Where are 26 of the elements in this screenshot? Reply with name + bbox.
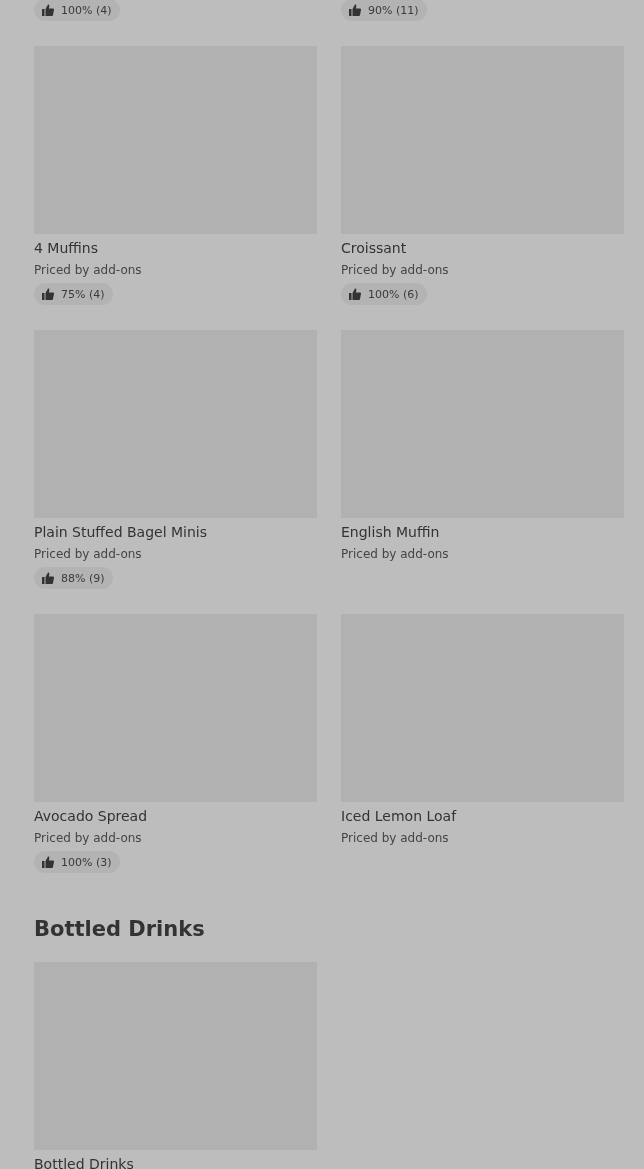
item-name[interactable]: Avocado Spread — [34, 808, 317, 824]
item-price: Priced by add-ons — [34, 546, 143, 562]
rating-badge: 90% (11) — [341, 0, 427, 21]
rating-badge: 100% (3) — [34, 851, 120, 873]
item-price: Priced by add-ons — [341, 830, 450, 846]
item-price: Priced by add-ons — [34, 830, 143, 846]
thumbs-up-icon — [42, 4, 54, 16]
item-name[interactable]: Croissant — [341, 240, 624, 256]
item-price: Priced by add-ons — [341, 262, 450, 278]
item-name[interactable]: English Muffin — [341, 524, 624, 540]
thumbs-up-icon — [349, 288, 361, 300]
thumbs-up-icon — [42, 856, 54, 868]
thumbs-up-icon — [349, 4, 361, 16]
item-name[interactable]: Iced Lemon Loaf — [341, 808, 624, 824]
thumbs-up-icon — [42, 572, 54, 584]
item-price: Priced by add-ons — [34, 262, 143, 278]
rating-badge: 75% (4) — [34, 283, 113, 305]
rating-badge: 100% (4) — [34, 0, 120, 21]
rating-badge: 88% (9) — [34, 567, 113, 589]
item-name[interactable]: Bottled Drinks — [34, 1156, 317, 1169]
rating-badge: 100% (6) — [341, 283, 427, 305]
section-heading: Bottled Drinks — [34, 916, 206, 942]
item-name[interactable]: 4 Muffins — [34, 240, 317, 256]
item-price: Priced by add-ons — [341, 546, 450, 562]
item-name[interactable]: Plain Stuffed Bagel Minis — [34, 524, 317, 540]
thumbs-up-icon — [42, 288, 54, 300]
